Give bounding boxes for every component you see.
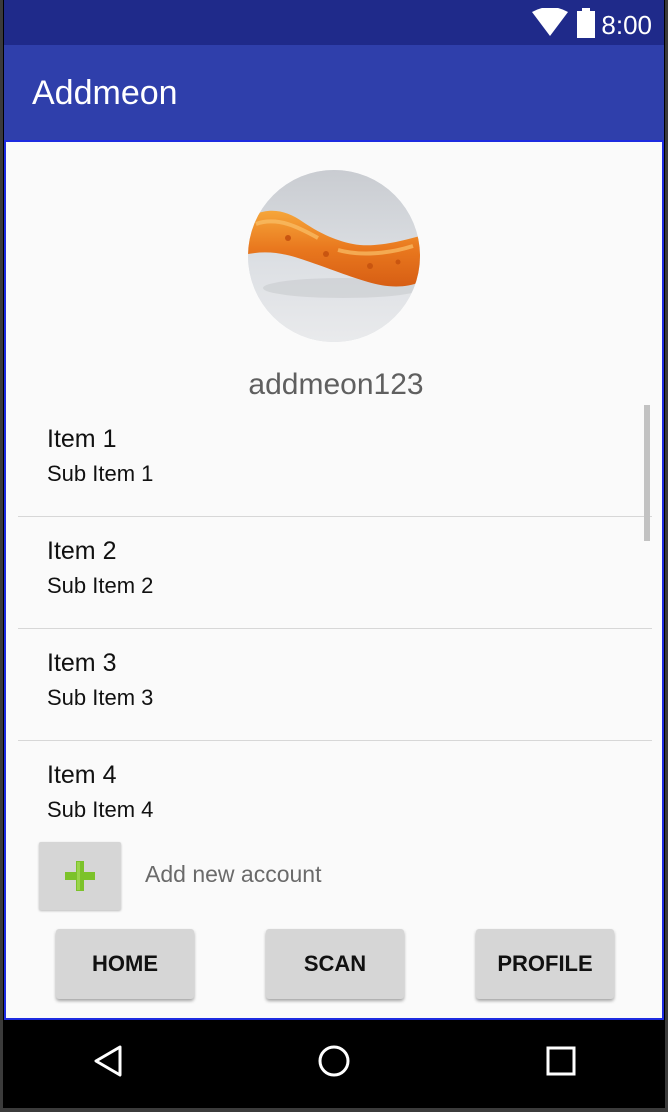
item-title: Item 1	[47, 425, 117, 453]
status-time: 8:00	[601, 10, 652, 40]
item-subtitle: Sub Item 1	[47, 461, 154, 486]
list-item[interactable]: Item 1 Sub Item 1	[18, 405, 652, 517]
item-subtitle: Sub Item 3	[47, 685, 154, 710]
app-bar: Addmeon	[4, 45, 664, 140]
item-title: Item 3	[47, 649, 117, 677]
scan-button[interactable]: SCAN	[266, 929, 404, 999]
item-subtitle: Sub Item 2	[47, 573, 154, 598]
list-item[interactable]: Item 4 Sub Item 4	[18, 741, 652, 852]
recents-icon[interactable]	[545, 1044, 577, 1078]
item-subtitle: Sub Item 4	[47, 797, 154, 822]
avatar[interactable]	[248, 170, 420, 342]
add-account-label[interactable]: Add new account	[145, 861, 321, 888]
back-icon[interactable]	[92, 1044, 124, 1078]
battery-icon	[577, 8, 595, 38]
wifi-icon	[532, 8, 568, 36]
profile-button[interactable]: PROFILE	[476, 929, 614, 999]
avatar-photo	[248, 170, 420, 342]
list-item[interactable]: Item 3 Sub Item 3	[18, 629, 652, 741]
list-scrollbar[interactable]	[644, 405, 650, 541]
main-content: addmeon123 Item 1 Sub Item 1 Item 2 Sub …	[4, 140, 664, 1020]
item-title: Item 4	[47, 761, 117, 789]
item-title: Item 2	[47, 537, 117, 565]
item-list[interactable]: Item 1 Sub Item 1 Item 2 Sub Item 2 Item…	[18, 405, 652, 852]
home-button[interactable]: HOME	[56, 929, 194, 999]
add-account-button[interactable]	[39, 842, 121, 910]
username: addmeon123	[248, 368, 424, 401]
plus-icon	[65, 861, 95, 891]
home-icon[interactable]	[317, 1044, 351, 1078]
system-navigation-bar	[4, 1020, 664, 1108]
app-title: Addmeon	[32, 74, 178, 112]
status-bar: 8:00	[4, 0, 664, 45]
list-item[interactable]: Item 2 Sub Item 2	[18, 517, 652, 629]
